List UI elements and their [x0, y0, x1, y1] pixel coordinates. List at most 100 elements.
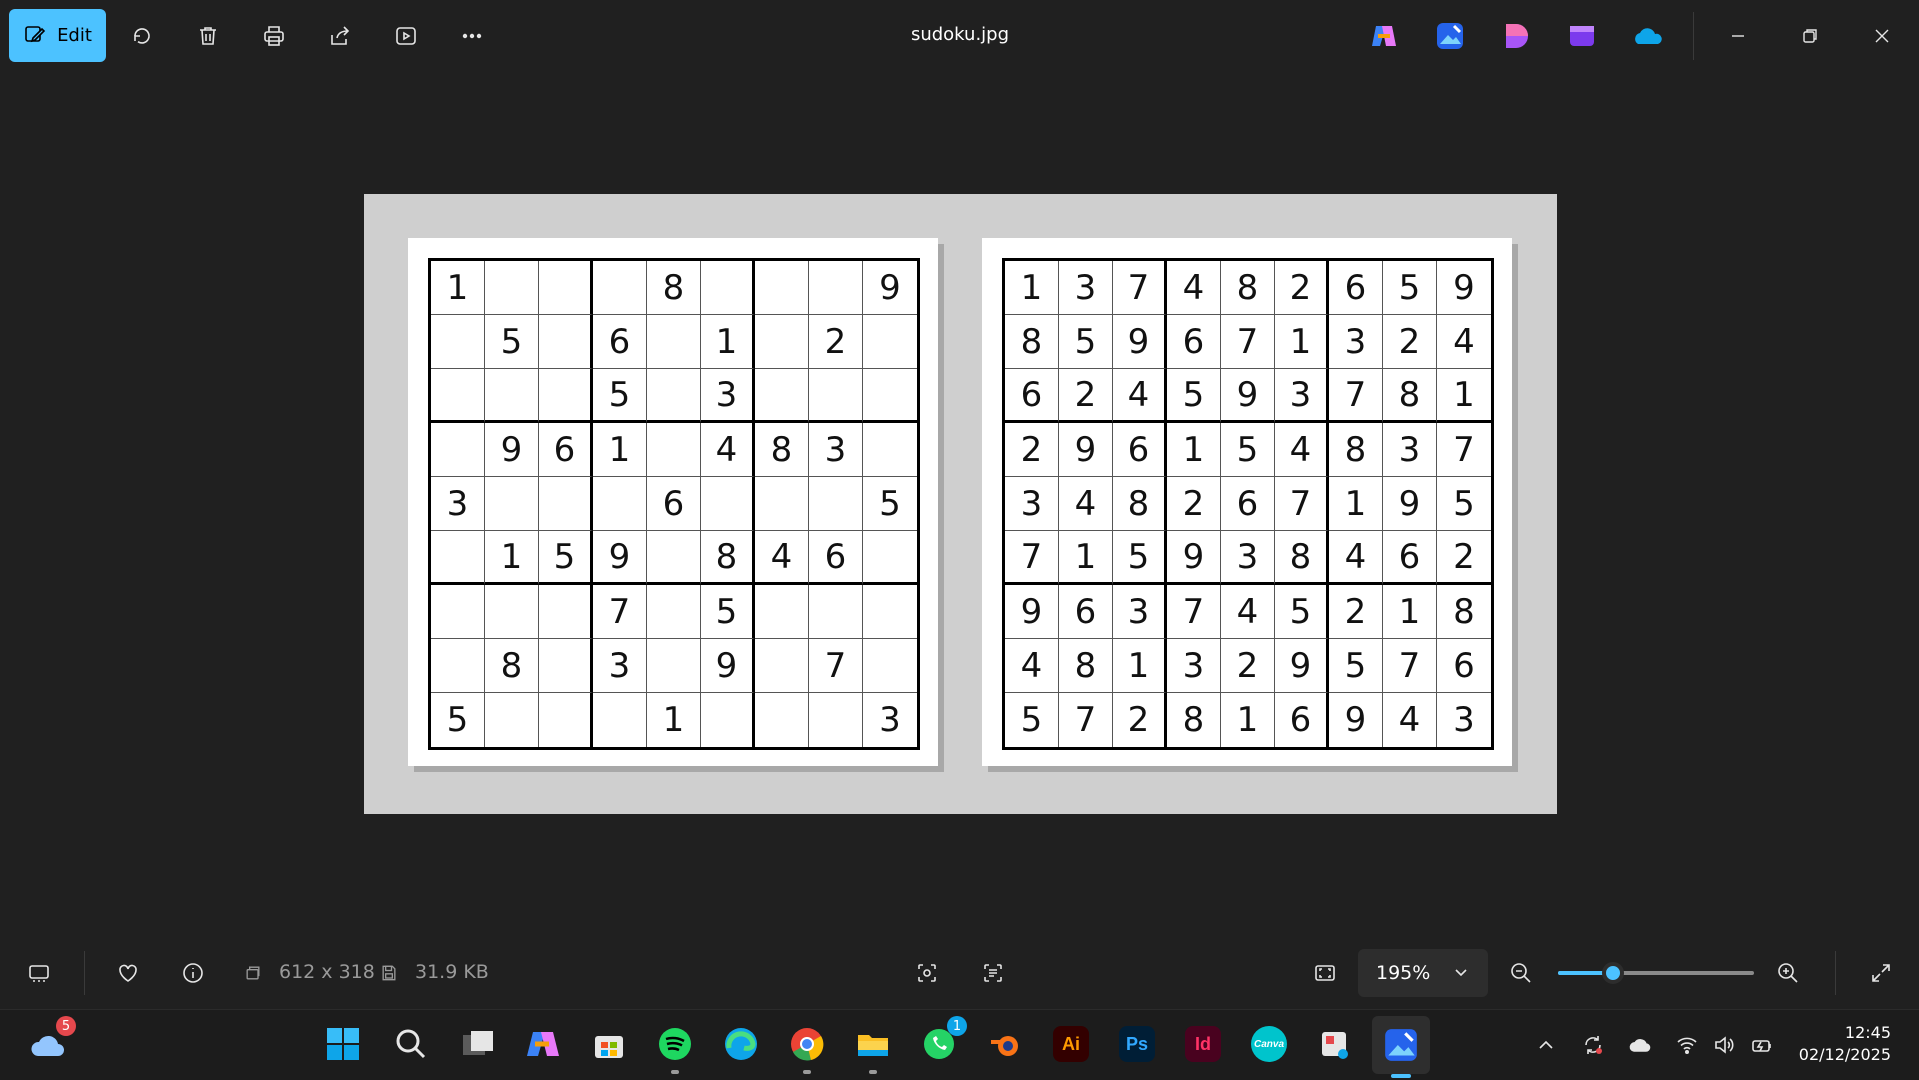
taskbar-indesign[interactable]: Id — [1183, 1024, 1223, 1064]
taskbar-chrome[interactable] — [787, 1024, 827, 1074]
full-screen-button[interactable] — [1861, 953, 1901, 993]
puzzle-cell: 9 — [485, 423, 539, 477]
taskbar-snipping-tool[interactable] — [1315, 1024, 1355, 1064]
zoom-dropdown[interactable]: 195% — [1358, 949, 1488, 997]
puzzle-cell: 1 — [647, 693, 701, 747]
taskbar-photos[interactable] — [1372, 1016, 1430, 1078]
scan-text-button[interactable] — [973, 953, 1013, 993]
print-button[interactable] — [254, 16, 294, 56]
close-button[interactable] — [1860, 16, 1904, 56]
solution-cell: 6 — [1005, 369, 1059, 423]
solution-grid: 1374826598596713246245937812961548373482… — [1002, 258, 1494, 750]
search-icon — [396, 1029, 426, 1059]
wifi-tray-icon[interactable] — [1675, 1033, 1699, 1057]
weather-widget[interactable]: 5 — [28, 1016, 76, 1064]
puzzle-cell: 6 — [647, 477, 701, 531]
edit-button[interactable]: Edit — [9, 9, 106, 62]
copilot-icon — [527, 1032, 559, 1056]
puzzle-cell — [863, 585, 917, 639]
battery-icon — [1752, 1040, 1771, 1052]
solution-cell: 1 — [1329, 477, 1383, 531]
start-button[interactable] — [323, 1024, 363, 1064]
designer-icon[interactable] — [1500, 20, 1532, 52]
taskbar-canva[interactable]: Canva — [1249, 1024, 1289, 1064]
solution-cell: 8 — [1005, 315, 1059, 369]
favorite-button[interactable] — [108, 953, 148, 993]
puzzle-cell: 3 — [701, 369, 755, 423]
puzzle-cell — [539, 315, 593, 369]
onedrive-icon[interactable] — [1632, 20, 1664, 52]
show-hidden-icons-button[interactable] — [1534, 1033, 1558, 1057]
solution-cell: 6 — [1275, 693, 1329, 747]
image-dimensions: 612 x 318 — [279, 961, 375, 983]
store-icon — [595, 1036, 623, 1058]
taskbar-file-explorer[interactable] — [853, 1024, 893, 1074]
solution-cell: 3 — [1059, 261, 1113, 315]
taskbar-spotify[interactable] — [655, 1024, 695, 1074]
volume-tray-icon[interactable] — [1712, 1033, 1736, 1057]
puzzle-cell: 5 — [863, 477, 917, 531]
puzzle-cell — [647, 585, 701, 639]
puzzle-cell: 9 — [593, 531, 647, 585]
taskbar-photoshop[interactable]: Ps — [1117, 1024, 1157, 1064]
zoom-out-button[interactable] — [1501, 953, 1541, 993]
puzzle-cell: 9 — [701, 639, 755, 693]
system-clock[interactable]: 12:45 02/12/2025 — [1799, 1022, 1891, 1066]
rotate-icon — [134, 28, 150, 44]
puzzle-cell — [863, 369, 917, 423]
solution-cell: 3 — [1453, 700, 1475, 740]
clock-date: 02/12/2025 — [1798, 1045, 1891, 1064]
solution-cell: 5 — [1113, 531, 1167, 585]
puzzle-cell: 8 — [701, 531, 755, 585]
more-button[interactable] — [452, 16, 492, 56]
taskbar-whatsapp[interactable]: 1 — [919, 1016, 967, 1064]
zoom-slider[interactable] — [1558, 962, 1754, 984]
taskbar-copilot[interactable] — [523, 1024, 563, 1064]
minimize-button[interactable] — [1716, 16, 1760, 56]
solution-cell: 1 — [1437, 369, 1491, 423]
solution-cell: 8 — [1437, 585, 1491, 639]
task-view-button[interactable] — [457, 1024, 497, 1064]
puzzle-cell — [431, 531, 485, 585]
filmstrip-button[interactable] — [19, 953, 59, 993]
slideshow-button[interactable] — [386, 16, 426, 56]
solution-cell: 5 — [1059, 315, 1113, 369]
taskbar-edge[interactable] — [721, 1024, 761, 1064]
clipchamp-icon[interactable] — [1566, 20, 1598, 52]
taskbar-illustrator[interactable]: Ai — [1051, 1024, 1091, 1064]
solution-cell: 9 — [1221, 369, 1275, 423]
image-canvas[interactable]: 189561253961483365159846758397513 137482… — [0, 72, 1919, 937]
solution-cell: 8 — [1167, 693, 1221, 747]
solution-cell: 1 — [1221, 693, 1275, 747]
puzzle-board-card: 189561253961483365159846758397513 — [408, 238, 938, 766]
puzzle-cell: 5 — [431, 693, 485, 747]
photos-icon[interactable] — [1434, 20, 1466, 52]
zoom-slider-thumb[interactable] — [1601, 962, 1624, 984]
onedrive-tray-icon[interactable] — [1628, 1033, 1652, 1057]
delete-button[interactable] — [188, 16, 228, 56]
status-separator — [1835, 951, 1836, 995]
puzzle-cell — [809, 261, 863, 315]
puzzle-cell: 3 — [879, 700, 901, 740]
windows-logo-icon — [327, 1028, 359, 1060]
photoshop-icon: Ps — [1119, 1026, 1155, 1062]
more-icon — [462, 33, 482, 39]
photos-icon — [1385, 1029, 1417, 1061]
share-button[interactable] — [320, 16, 360, 56]
search-button[interactable] — [391, 1024, 431, 1064]
rotate-button[interactable] — [122, 16, 162, 56]
taskbar-blender[interactable] — [985, 1024, 1025, 1064]
copilot-icon[interactable] — [1368, 20, 1400, 52]
zoom-in-button[interactable] — [1768, 953, 1808, 993]
dimensions-icon — [233, 953, 273, 993]
restore-button[interactable] — [1788, 16, 1832, 56]
solution-cell: 8 — [1383, 369, 1437, 423]
solution-cell: 9 — [1113, 315, 1167, 369]
taskbar-microsoft-store[interactable] — [589, 1024, 629, 1064]
visual-search-button[interactable] — [907, 953, 947, 993]
battery-tray-icon[interactable] — [1750, 1033, 1774, 1057]
file-info-button[interactable] — [173, 953, 213, 993]
sync-tray-icon[interactable] — [1581, 1033, 1605, 1057]
puzzle-cell — [593, 477, 647, 531]
fit-to-window-button[interactable] — [1305, 953, 1345, 993]
